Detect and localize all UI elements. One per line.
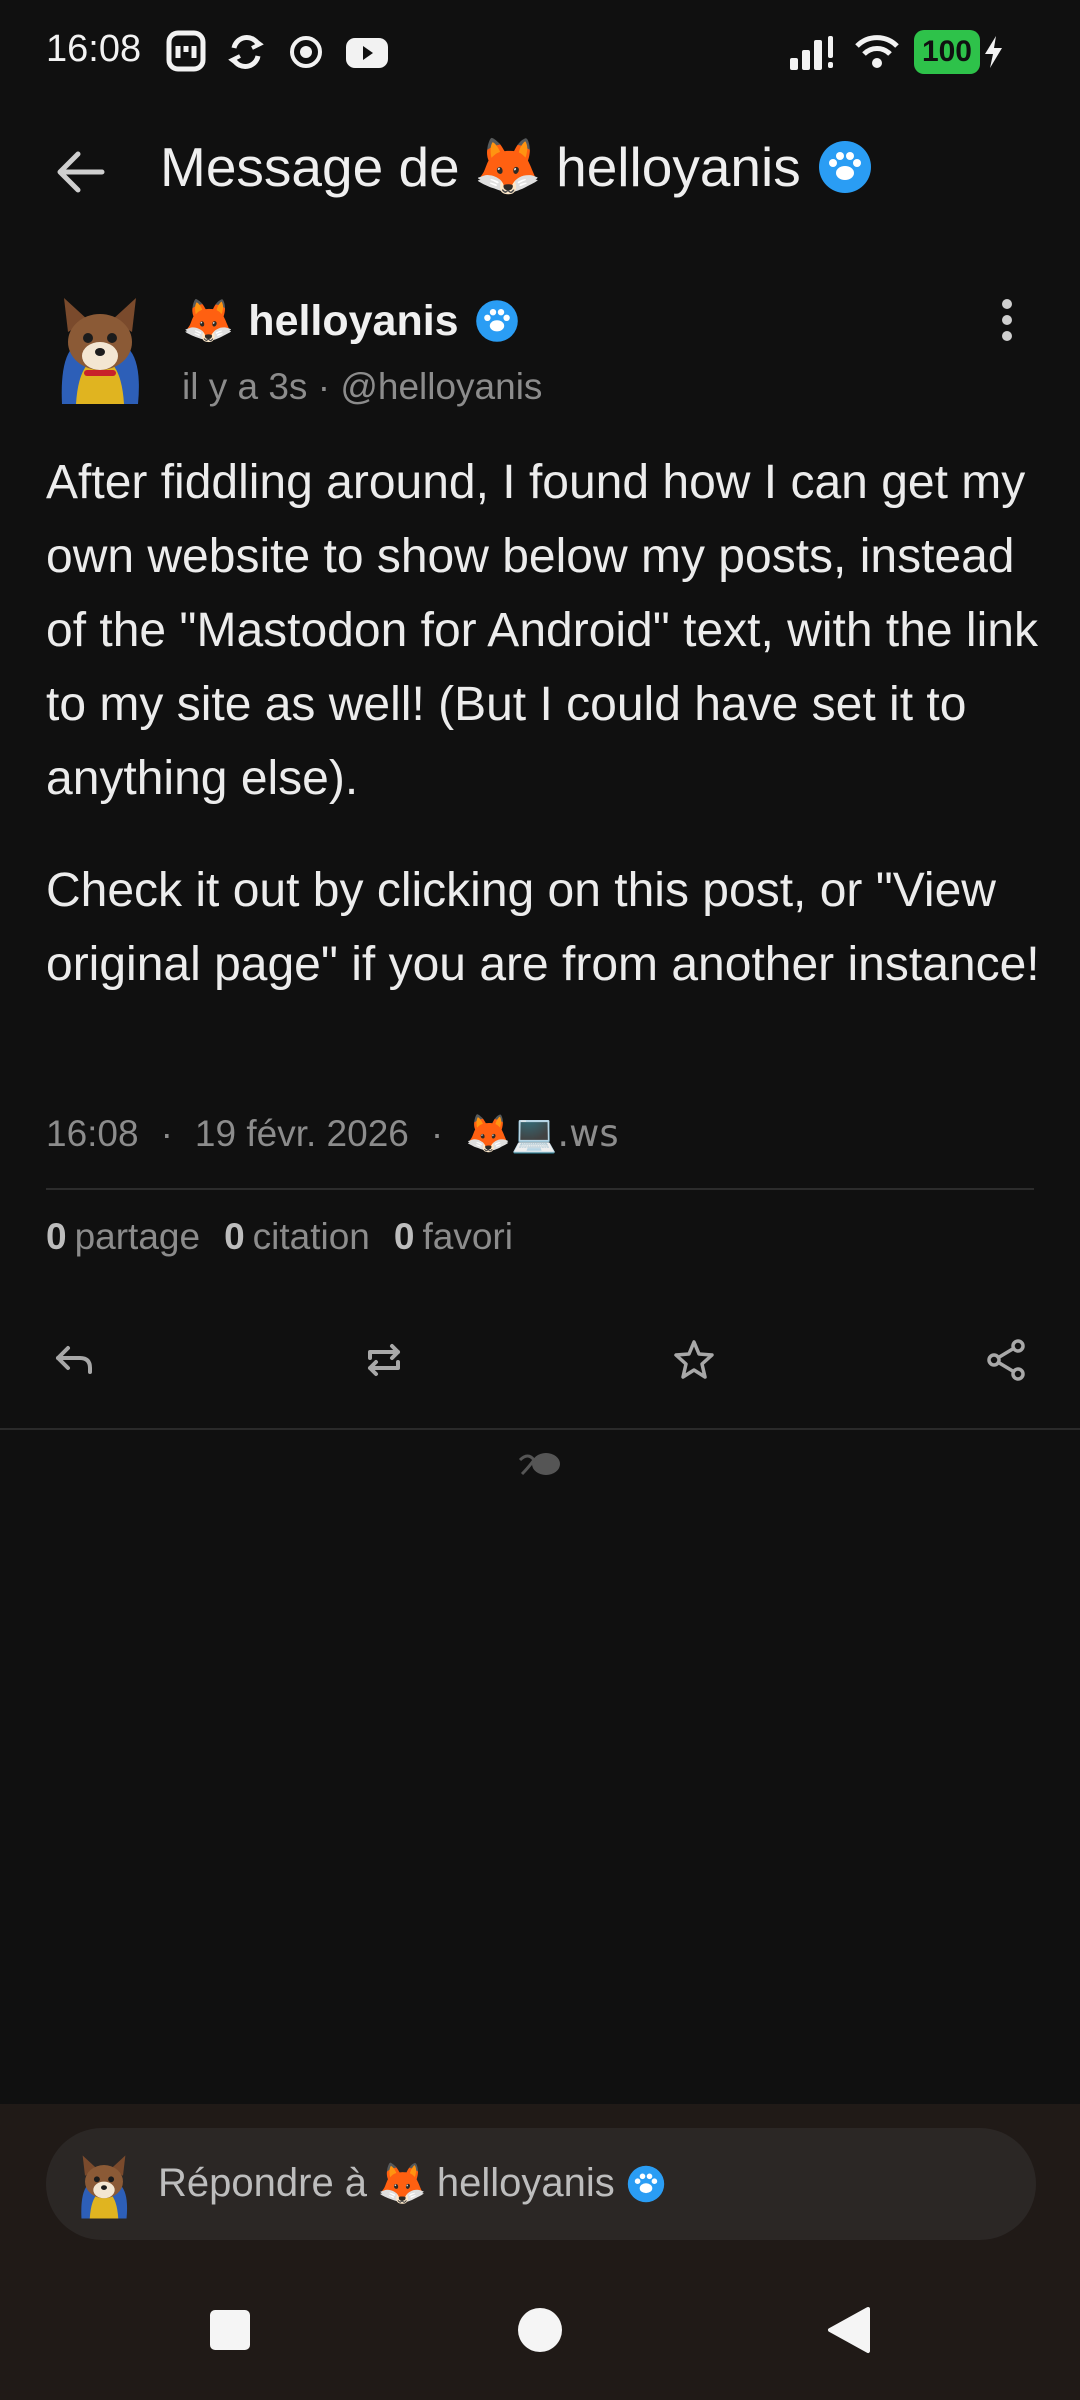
reply-avatar xyxy=(72,2152,136,2222)
share-button[interactable] xyxy=(966,1320,1046,1400)
system-navigation-bar xyxy=(0,2280,1080,2380)
post-meta: il y a 3s · @helloyanis xyxy=(182,366,543,407)
post-details: 16:08 · 19 févr. 2026 · 🦊💻.ws xyxy=(46,1112,619,1156)
separator: · xyxy=(430,1113,444,1154)
favs-count: 0 xyxy=(393,1216,415,1257)
title-username: helloyanis xyxy=(556,135,801,198)
reply-button[interactable] xyxy=(34,1320,114,1400)
circle-icon xyxy=(518,2308,562,2352)
system-icons: 100 xyxy=(788,30,1004,74)
favs-stat[interactable]: 0 favori xyxy=(394,1216,513,1258)
quotes-count: 0 xyxy=(224,1216,245,1257)
screen: 16:08 100 Message de 🦊 helloyanis 🦊 hell… xyxy=(0,0,1080,2400)
fox-avatar-image xyxy=(61,298,139,404)
square-icon xyxy=(210,2310,250,2350)
thread-end-ornament xyxy=(516,1446,566,1482)
reblogs-count: 0 xyxy=(46,1216,67,1257)
page-title: Message de 🦊 helloyanis xyxy=(160,134,875,199)
fox-avatar-image xyxy=(81,2155,128,2219)
author-name[interactable]: helloyanis xyxy=(248,297,458,346)
quotes-stat[interactable]: 0 citation xyxy=(224,1216,370,1258)
quotes-label: citation xyxy=(252,1216,370,1257)
author-avatar[interactable] xyxy=(50,292,150,410)
mastodon-icon xyxy=(166,30,206,72)
reply-icon xyxy=(56,1346,92,1374)
battery-indicator: 100 xyxy=(913,30,1004,74)
post-paragraph-2: Check it out by clicking on this post, o… xyxy=(46,864,1040,991)
home-button[interactable] xyxy=(504,2294,576,2366)
favs-label: favori xyxy=(422,1216,513,1257)
reply-prefix: Répondre à xyxy=(158,2161,368,2205)
post-actions xyxy=(0,1320,1080,1400)
reply-fox-emoji: 🦊 xyxy=(377,2161,427,2207)
arrow-left-icon xyxy=(57,151,105,193)
ornament-icon xyxy=(518,1453,560,1476)
paw-badge-icon xyxy=(818,140,871,193)
star-icon xyxy=(674,1340,714,1379)
top-app-bar: Message de 🦊 helloyanis xyxy=(0,104,1080,236)
wifi-icon xyxy=(855,35,899,68)
recents-button[interactable] xyxy=(194,2294,266,2366)
reply-username: helloyanis xyxy=(436,2161,615,2205)
charging-bolt-icon xyxy=(985,36,1002,68)
post-stats: 0 partage 0 citation 0 favori xyxy=(46,1216,513,1258)
record-icon xyxy=(290,36,322,68)
paw-badge-icon xyxy=(475,300,518,342)
sync-icon xyxy=(228,35,264,69)
post-paragraph-1: After fiddling around, I found how I can… xyxy=(46,456,1038,805)
post-content[interactable]: After fiddling around, I found how I can… xyxy=(46,446,1046,1040)
author-fox-emoji: 🦊 xyxy=(182,296,235,345)
title-fox-emoji: 🦊 xyxy=(473,134,543,198)
title-prefix: Message de xyxy=(160,135,460,198)
signal-icon xyxy=(789,36,833,70)
notification-icons xyxy=(166,30,390,74)
more-vertical-icon xyxy=(1002,299,1012,341)
thread-divider xyxy=(0,1428,1080,1430)
status-time: 16:08 xyxy=(46,28,142,70)
back-button[interactable] xyxy=(44,136,116,208)
share-icon xyxy=(987,1339,1025,1381)
reblogs-stat[interactable]: 0 partage xyxy=(46,1216,200,1258)
boost-icon xyxy=(368,1344,400,1376)
author-row[interactable]: 🦊 helloyanis xyxy=(182,296,521,346)
post-time: 16:08 xyxy=(46,1113,139,1154)
favourite-button[interactable] xyxy=(654,1320,734,1400)
triangle-back-icon xyxy=(828,2307,870,2353)
post-source-link[interactable]: 🦊💻.ws xyxy=(465,1112,618,1156)
battery-level: 100 xyxy=(913,30,980,74)
back-nav-button[interactable] xyxy=(812,2294,884,2366)
reply-placeholder: Répondre à 🦊 helloyanis xyxy=(158,2160,667,2207)
reblogs-label: partage xyxy=(74,1216,201,1257)
paw-badge-icon xyxy=(627,2165,664,2202)
separator: · xyxy=(160,1113,173,1154)
boost-button[interactable] xyxy=(344,1320,424,1400)
post-date: 19 févr. 2026 xyxy=(194,1113,409,1154)
more-options-button[interactable] xyxy=(990,296,1024,344)
youtube-icon xyxy=(346,38,388,68)
status-bar: 16:08 100 xyxy=(0,0,1080,104)
reply-input[interactable]: Répondre à 🦊 helloyanis xyxy=(46,2128,1036,2240)
divider xyxy=(46,1188,1034,1190)
